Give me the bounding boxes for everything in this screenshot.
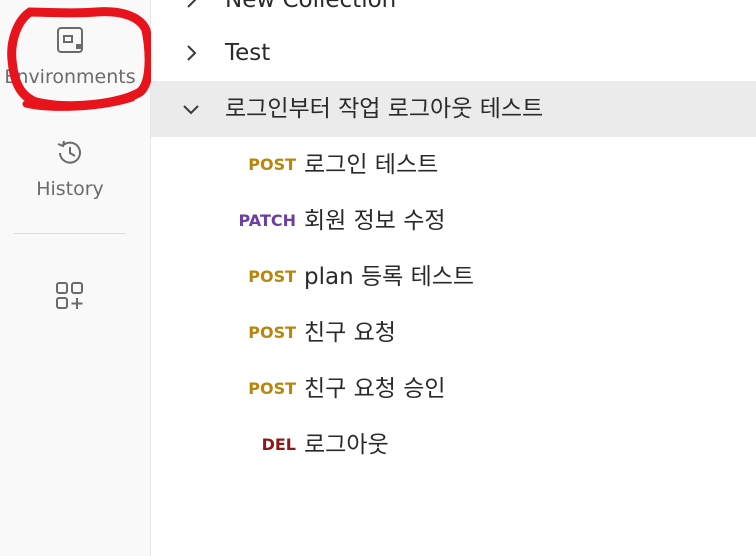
chevron-right-icon[interactable] bbox=[181, 0, 201, 10]
method-badge: POST bbox=[248, 267, 296, 286]
chevron-down-icon[interactable] bbox=[181, 99, 201, 119]
request-item[interactable]: POST plan 등록 테스트 bbox=[151, 249, 756, 305]
method-badge: POST bbox=[248, 323, 296, 342]
sidebar: Environments History bbox=[0, 0, 151, 556]
sidebar-item-environments[interactable]: Environments bbox=[0, 24, 140, 88]
collection-label: New Collection bbox=[225, 0, 397, 13]
collections-panel: New Collection Test 로그인부터 작업 로그아웃 테스트 PO… bbox=[151, 0, 756, 556]
collection-label: Test bbox=[225, 40, 271, 66]
add-widget-icon bbox=[56, 282, 83, 309]
sidebar-item-add[interactable] bbox=[0, 280, 140, 312]
request-name: 친구 요청 bbox=[304, 320, 396, 346]
method-badge: POST bbox=[248, 379, 296, 398]
sidebar-item-history[interactable]: History bbox=[0, 136, 140, 200]
collection-row[interactable]: New Collection bbox=[151, 0, 756, 28]
collection-row-selected[interactable]: 로그인부터 작업 로그아웃 테스트 bbox=[151, 81, 756, 137]
request-item[interactable]: POST 친구 요청 bbox=[151, 305, 756, 361]
history-icon bbox=[57, 140, 81, 164]
request-item[interactable]: POST 로그인 테스트 bbox=[151, 137, 756, 193]
request-item[interactable]: PATCH 회원 정보 수정 bbox=[151, 193, 756, 249]
request-item[interactable]: POST 친구 요청 승인 bbox=[151, 361, 756, 417]
chevron-right-icon[interactable] bbox=[181, 43, 201, 63]
sidebar-item-label: Environments bbox=[4, 66, 136, 88]
request-name: 로그인 테스트 bbox=[304, 152, 439, 178]
method-badge: DEL bbox=[261, 435, 296, 454]
request-item[interactable]: DEL 로그아웃 bbox=[151, 417, 756, 473]
environment-icon bbox=[57, 27, 83, 53]
collection-row[interactable]: Test bbox=[151, 25, 756, 81]
request-name: 로그아웃 bbox=[304, 432, 389, 458]
sidebar-divider bbox=[14, 233, 126, 234]
request-name: plan 등록 테스트 bbox=[304, 264, 475, 290]
request-name: 친구 요청 승인 bbox=[304, 376, 446, 402]
method-badge: PATCH bbox=[238, 211, 296, 230]
request-name: 회원 정보 수정 bbox=[304, 208, 446, 234]
collection-label: 로그인부터 작업 로그아웃 테스트 bbox=[225, 96, 544, 122]
sidebar-item-label: History bbox=[36, 178, 104, 200]
method-badge: POST bbox=[248, 155, 296, 174]
